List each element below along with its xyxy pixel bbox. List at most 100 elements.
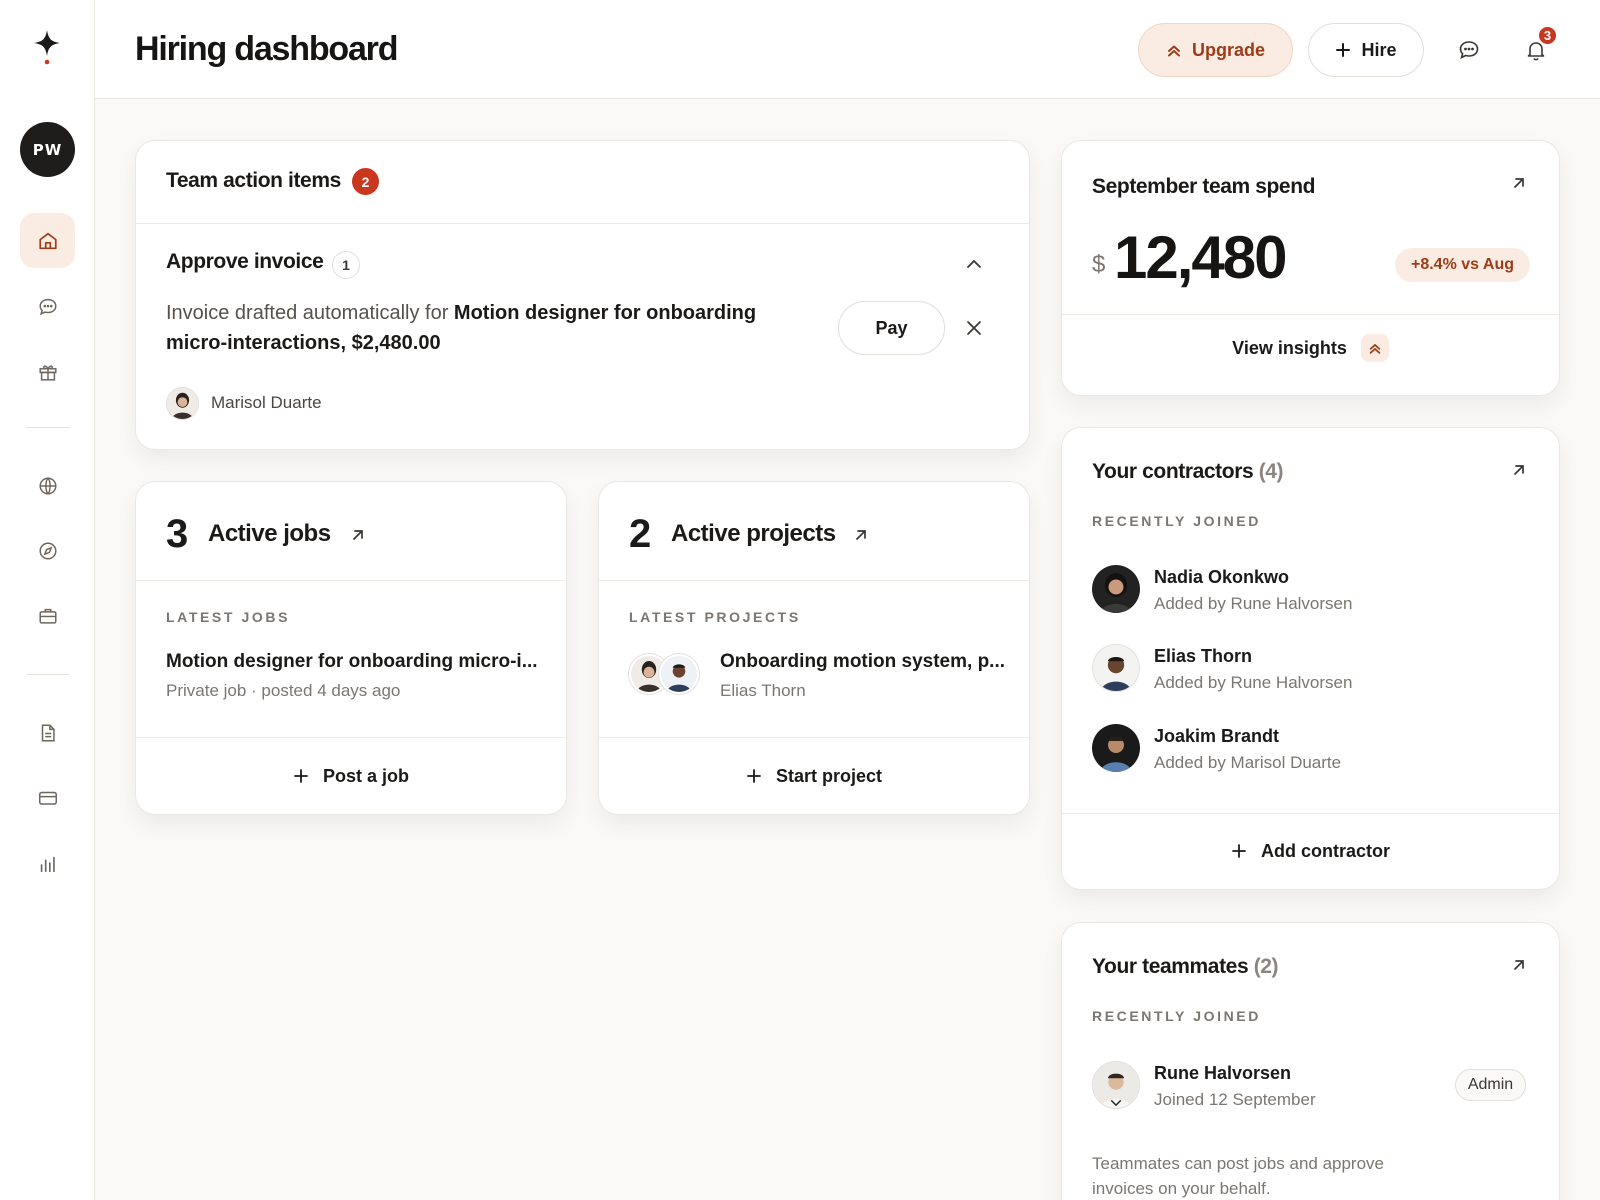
- approve-invoice-count: 1: [332, 251, 360, 279]
- avatar: [1092, 565, 1140, 613]
- sidebar: PW: [0, 0, 95, 1200]
- contractor-added-by: Added by Rune Halvorsen: [1154, 673, 1353, 692]
- teammate-joined: Joined 12 September: [1154, 1090, 1316, 1109]
- latest-job-title[interactable]: Motion designer for onboarding micro-i..…: [166, 651, 538, 673]
- document-icon: [41, 723, 55, 742]
- card-title: Team action items: [166, 169, 341, 192]
- page-title: Hiring dashboard: [135, 30, 398, 68]
- chat-icon: [1459, 41, 1479, 59]
- start-project-button[interactable]: Start project: [599, 760, 1029, 792]
- projects-count: 2: [629, 512, 652, 556]
- action-count-badge: 2: [352, 168, 379, 195]
- avatar: [659, 654, 699, 694]
- nav-divider: [26, 427, 70, 428]
- open-projects-link[interactable]: [851, 525, 871, 545]
- home-icon: [38, 232, 57, 249]
- teammates-title: Your teammates: [1092, 955, 1249, 978]
- hire-button[interactable]: Hire: [1308, 23, 1424, 77]
- card-title: September team spend: [1092, 175, 1316, 198]
- latest-job-meta: Private job · posted 4 days ago: [166, 681, 401, 700]
- nav-global[interactable]: [20, 458, 75, 513]
- view-insights-button[interactable]: View insights: [1062, 334, 1559, 362]
- latest-project-meta: Elias Thorn: [720, 681, 806, 700]
- contractor-added-by: Added by Rune Halvorsen: [1154, 594, 1353, 613]
- upgrade-button[interactable]: Upgrade: [1138, 23, 1293, 77]
- post-job-label: Post a job: [322, 765, 409, 786]
- divider: [136, 737, 566, 738]
- notification-badge: 3: [1537, 25, 1558, 46]
- logo-sparkle-icon[interactable]: [32, 28, 62, 68]
- approve-invoice-heading: Approve invoice: [166, 250, 324, 273]
- chat-icon: [38, 298, 57, 315]
- user-avatar[interactable]: PW: [20, 122, 75, 177]
- divider: [1062, 314, 1559, 315]
- nav-payments[interactable]: [20, 770, 75, 825]
- divider: [136, 580, 566, 581]
- arrow-up-right-icon: [353, 530, 363, 540]
- nav-reports[interactable]: [20, 836, 75, 891]
- teammates-count: (2): [1253, 955, 1279, 978]
- nav-perks[interactable]: [20, 344, 75, 399]
- open-contractors-link[interactable]: [1509, 460, 1529, 480]
- card-icon: [38, 791, 57, 805]
- open-spend-link[interactable]: [1509, 173, 1529, 193]
- projects-label: Active projects: [671, 520, 836, 547]
- contractors-title: Your contractors: [1092, 460, 1254, 483]
- nav-home[interactable]: [20, 213, 75, 268]
- add-contractor-button[interactable]: Add contractor: [1062, 835, 1559, 867]
- open-teammates-link[interactable]: [1509, 955, 1529, 975]
- contractor-name: Joakim Brandt: [1154, 726, 1280, 746]
- pay-button[interactable]: Pay: [838, 301, 945, 355]
- section-eyebrow: RECENTLY JOINED: [1092, 1008, 1261, 1024]
- section-eyebrow: LATEST PROJECTS: [629, 609, 801, 625]
- card-title: Your contractors (4): [1092, 460, 1284, 484]
- collapse-button[interactable]: [964, 254, 984, 274]
- start-project-label: Start project: [775, 765, 883, 786]
- open-jobs-link[interactable]: [348, 525, 368, 545]
- avatar: [1092, 724, 1140, 772]
- chevron-up-icon: [967, 260, 981, 268]
- currency-symbol: $: [1092, 251, 1106, 278]
- divider: [136, 223, 1029, 224]
- jobs-count: 3: [166, 512, 189, 556]
- avatar: [166, 387, 199, 420]
- invoice-description: Invoice drafted automatically for Motion…: [166, 298, 806, 358]
- dismiss-button[interactable]: [965, 319, 983, 337]
- nav-messages[interactable]: [20, 279, 75, 334]
- top-header: Hiring dashboard Upgrade Hire 3: [95, 0, 1600, 99]
- notifications-button[interactable]: 3: [1519, 25, 1558, 67]
- jobs-label: Active jobs: [208, 520, 331, 547]
- plus-icon: [1336, 43, 1351, 57]
- bar-chart-icon: [40, 856, 55, 872]
- contractor-name: Elias Thorn: [1154, 646, 1253, 666]
- gift-icon: [38, 364, 57, 381]
- double-chevron-up-icon: [1167, 45, 1180, 57]
- messages-button[interactable]: [1452, 33, 1486, 67]
- arrow-up-right-icon: [856, 530, 866, 540]
- active-projects-card: 2 Active projects LATEST PROJECTS Onboar…: [598, 481, 1030, 815]
- nav-documents[interactable]: [20, 705, 75, 760]
- latest-project-title[interactable]: Onboarding motion system, p...: [720, 651, 1005, 673]
- spend-amount: 12,480: [1114, 224, 1288, 291]
- avatar: [1092, 644, 1140, 692]
- team-spend-card: September team spend $ 12,480 +8.4% vs A…: [1061, 140, 1560, 396]
- avatar: [1092, 1061, 1140, 1109]
- add-contractor-label: Add contractor: [1260, 840, 1390, 861]
- insights-chip: [1360, 334, 1389, 362]
- upgrade-label: Upgrade: [1191, 39, 1265, 60]
- plus-icon: [747, 769, 761, 783]
- globe-icon: [38, 476, 57, 495]
- divider: [1062, 813, 1559, 814]
- divider: [599, 737, 1029, 738]
- view-insights-label: View insights: [1232, 337, 1347, 358]
- team-action-items-card: Team action items 2 Approve invoice 1 In…: [135, 140, 1030, 450]
- contractors-count: (4): [1258, 460, 1284, 483]
- teammates-card: Your teammates (2) RECENTLY JOINED Rune …: [1061, 922, 1560, 1200]
- nav-jobs[interactable]: [20, 588, 75, 643]
- post-job-button[interactable]: Post a job: [136, 760, 566, 792]
- nav-explore[interactable]: [20, 523, 75, 578]
- spend-delta-badge: +8.4% vs Aug: [1395, 248, 1530, 282]
- invoice-prefix: Invoice drafted automatically for: [166, 302, 454, 324]
- contractor-added-by: Added by Marisol Duarte: [1154, 753, 1342, 772]
- compass-icon: [38, 541, 57, 560]
